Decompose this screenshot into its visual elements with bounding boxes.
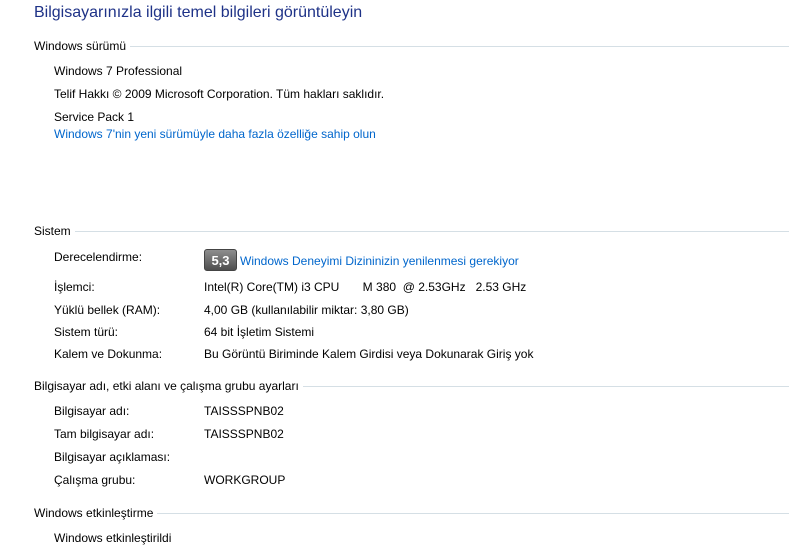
section-divider <box>302 386 789 387</box>
experience-index-badge[interactable]: 5,3 <box>204 249 237 271</box>
computer-name-row: Bilgisayar adı: TAISSSPNB02 <box>54 402 789 420</box>
section-system: Sistem <box>34 223 789 239</box>
section-header-computer-name: Bilgisayar adı, etki alanı ve çalışma gr… <box>34 379 299 393</box>
pen-touch-row: Kalem ve Dokunma: Bu Görüntü Biriminde K… <box>54 345 789 363</box>
service-pack-text: Service Pack 1 <box>54 110 135 124</box>
processor-value: Intel(R) Core(TM) i3 CPU M 380 @ 2.53GHz… <box>204 280 527 294</box>
pen-touch-label: Kalem ve Dokunma: <box>54 347 163 361</box>
processor-row: İşlemci: Intel(R) Core(TM) i3 CPU M 380 … <box>54 278 789 296</box>
section-divider <box>74 231 789 232</box>
processor-label: İşlemci: <box>54 280 95 294</box>
full-computer-name-row: Tam bilgisayar adı: TAISSSPNB02 <box>54 425 789 443</box>
system-type-value: 64 bit İşletim Sistemi <box>204 325 315 339</box>
workgroup-row: Çalışma grubu: WORKGROUP <box>54 471 789 489</box>
section-header-system: Sistem <box>34 224 71 238</box>
ram-label: Yüklü bellek (RAM): <box>54 303 161 317</box>
section-activation: Windows etkinleştirme <box>34 505 789 521</box>
computer-name-label: Bilgisayar adı: <box>54 404 130 418</box>
copyright-text: Telif Hakkı © 2009 Microsoft Corporation… <box>54 87 385 101</box>
full-computer-name-label: Tam bilgisayar adı: <box>54 427 155 441</box>
experience-index-link[interactable]: Windows Deneyimi Dizininizin yenilenmesi… <box>240 253 519 269</box>
section-divider <box>157 513 789 514</box>
page-title: Bilgisayarınızla ilgili temel bilgileri … <box>34 4 363 21</box>
windows-edition-name: Windows 7 Professional <box>54 64 183 78</box>
pen-touch-value: Bu Görüntü Biriminde Kalem Girdisi veya … <box>204 347 534 361</box>
computer-name-value: TAISSSPNB02 <box>204 404 284 418</box>
section-windows-edition: Windows sürümü <box>34 38 789 54</box>
full-computer-name-value: TAISSSPNB02 <box>204 427 284 441</box>
section-header-windows-edition: Windows sürümü <box>34 39 127 53</box>
workgroup-label: Çalışma grubu: <box>54 473 136 487</box>
system-type-row: Sistem türü: 64 bit İşletim Sistemi <box>54 323 789 341</box>
ram-value: 4,00 GB (kullanılabilir miktar: 3,80 GB) <box>204 303 409 317</box>
computer-description-row: Bilgisayar açıklaması: <box>54 448 789 466</box>
system-type-label: Sistem türü: <box>54 325 119 339</box>
section-divider <box>130 46 789 47</box>
section-computer-name: Bilgisayar adı, etki alanı ve çalışma gr… <box>34 378 789 394</box>
activation-status: Windows etkinleştirildi <box>54 531 172 545</box>
rating-label: Derecelendirme: <box>54 250 143 264</box>
ram-row: Yüklü bellek (RAM): 4,00 GB (kullanılabi… <box>54 301 789 319</box>
upgrade-windows-link[interactable]: Windows 7'nin yeni sürümüyle daha fazla … <box>54 126 376 142</box>
computer-description-label: Bilgisayar açıklaması: <box>54 450 171 464</box>
section-header-activation: Windows etkinleştirme <box>34 506 154 520</box>
workgroup-value: WORKGROUP <box>204 473 286 487</box>
